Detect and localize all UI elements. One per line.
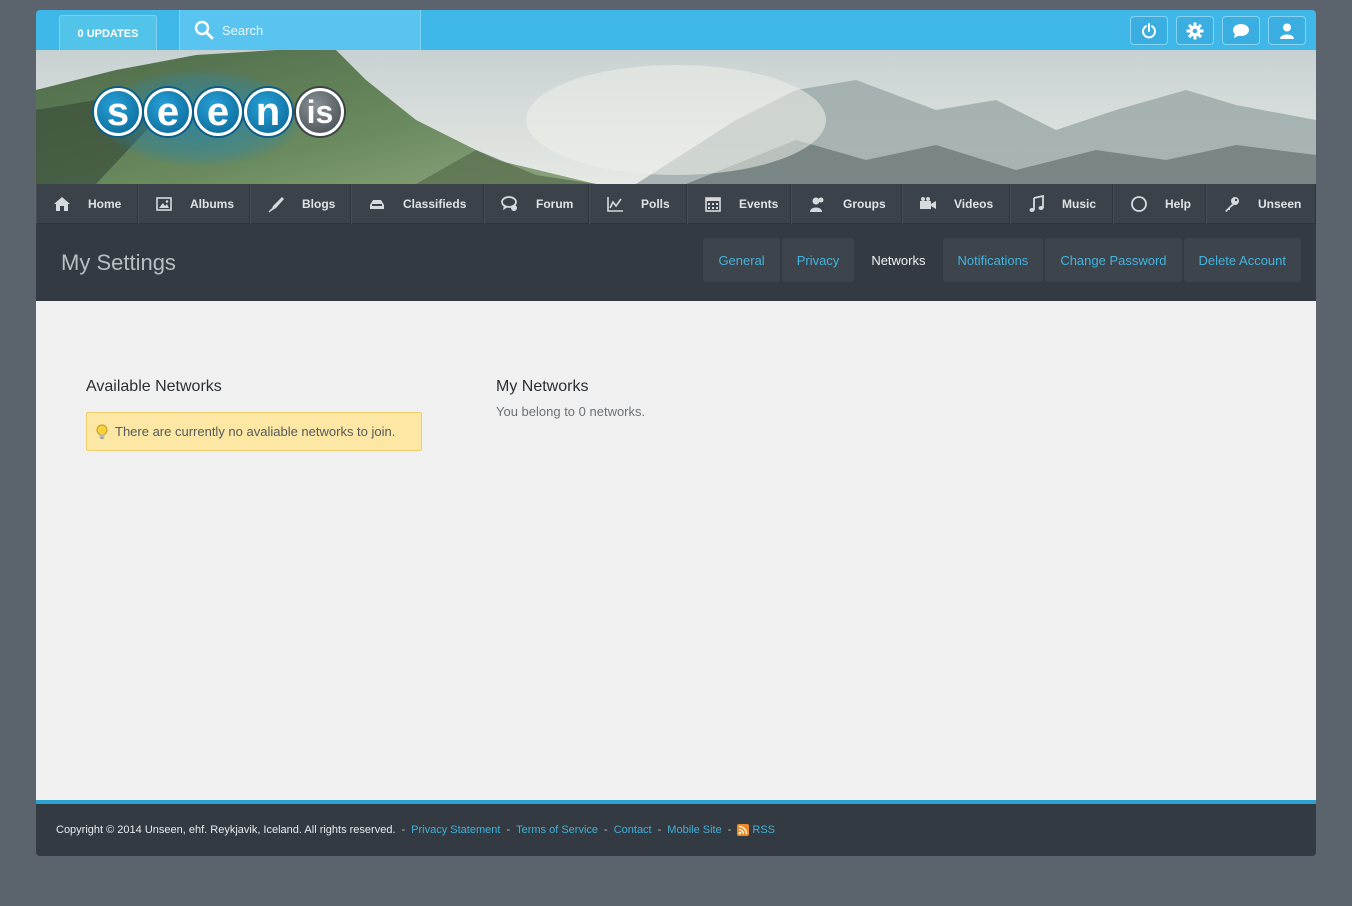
calendar-icon xyxy=(705,197,721,212)
available-networks-section: Available Networks There are currently n… xyxy=(86,378,422,451)
separator: - xyxy=(727,824,732,836)
main-nav: Home Albums Blogs Classifieds Forum Poll… xyxy=(36,184,1316,224)
page-title: My Settings xyxy=(61,250,176,275)
separator: - xyxy=(604,824,608,836)
notice-box: There are currently no avaliable network… xyxy=(86,412,422,451)
nav-label: Music xyxy=(1062,197,1097,211)
speech-bubble-icon xyxy=(501,196,517,211)
logo-letter: is xyxy=(296,88,344,136)
gear-icon xyxy=(1186,22,1204,39)
available-networks-title: Available Networks xyxy=(86,378,222,395)
image-icon xyxy=(156,197,172,211)
nav-label: Home xyxy=(88,197,122,211)
nav-label: Forum xyxy=(536,197,574,211)
tab-privacy[interactable]: Privacy xyxy=(781,238,855,282)
key-icon xyxy=(1225,197,1239,212)
nav-label: Polls xyxy=(641,197,670,211)
tray-icon xyxy=(370,200,384,209)
search-box[interactable] xyxy=(179,10,421,50)
nav-home[interactable]: Home xyxy=(36,184,138,224)
power-button[interactable] xyxy=(1130,16,1168,45)
top-bar: 0 UPDATES xyxy=(36,10,1316,50)
home-icon xyxy=(54,197,70,211)
power-icon xyxy=(1142,22,1156,38)
main-content: Available Networks There are currently n… xyxy=(36,301,1316,800)
tab-general[interactable]: General xyxy=(703,238,780,282)
nav-blogs[interactable]: Blogs xyxy=(250,184,351,224)
site-logo[interactable]: s e e n is xyxy=(94,88,346,136)
tab-change-password[interactable]: Change Password xyxy=(1045,238,1182,282)
logo-letter: e xyxy=(144,88,192,136)
rss-icon xyxy=(737,824,750,836)
line-chart-icon xyxy=(607,197,623,212)
mobile-site-link[interactable]: Mobile Site xyxy=(667,824,721,836)
settings-header: My Settings General Privacy Networks Not… xyxy=(36,224,1316,301)
nav-label: Events xyxy=(739,197,779,211)
rss-link[interactable]: RSS xyxy=(737,824,775,836)
copyright-text: Copyright © 2014 Unseen, ehf. Reykjavik,… xyxy=(56,824,396,836)
top-icons xyxy=(1130,16,1306,45)
users-icon xyxy=(810,197,824,212)
nav-forum[interactable]: Forum xyxy=(484,184,589,224)
nav-help[interactable]: Help xyxy=(1113,184,1206,224)
nav-label: Groups xyxy=(843,197,886,211)
tab-notifications[interactable]: Notifications xyxy=(942,238,1044,282)
my-networks-section: My Networks You belong to 0 networks. xyxy=(496,378,645,419)
nav-label: Unseen xyxy=(1258,197,1302,211)
profile-button[interactable] xyxy=(1268,16,1306,45)
search-icon xyxy=(194,20,214,40)
nav-label: Help xyxy=(1165,197,1192,211)
user-icon xyxy=(1280,23,1294,39)
messages-button[interactable] xyxy=(1222,16,1260,45)
rss-label: RSS xyxy=(752,824,776,836)
page: 0 UPDATES Search s e e n is Home Albums … xyxy=(36,10,1316,856)
nav-label: Blogs xyxy=(302,197,336,211)
settings-tabs: General Privacy Networks Notifications C… xyxy=(703,238,1301,282)
nav-groups[interactable]: Groups xyxy=(791,184,902,224)
logo-letter: s xyxy=(94,88,142,136)
settings-button[interactable] xyxy=(1176,16,1214,45)
notice-text: There are currently no avaliable network… xyxy=(115,424,396,439)
nav-unseen[interactable]: Unseen xyxy=(1206,184,1316,224)
tab-networks[interactable]: Networks xyxy=(856,238,941,282)
privacy-link[interactable]: Privacy Statement xyxy=(411,824,500,836)
nav-classifieds[interactable]: Classifieds xyxy=(351,184,484,224)
circle-icon xyxy=(1131,196,1147,212)
contact-link[interactable]: Contact xyxy=(614,824,652,836)
nav-albums[interactable]: Albums xyxy=(138,184,250,224)
music-note-icon xyxy=(1029,195,1044,212)
nav-label: Classifieds xyxy=(403,197,467,211)
terms-link[interactable]: Terms of Service xyxy=(516,824,598,836)
pen-icon xyxy=(268,197,284,213)
nav-label: Albums xyxy=(190,197,235,211)
tab-delete-account[interactable]: Delete Account xyxy=(1183,238,1301,282)
header-banner: s e e n is xyxy=(36,50,1316,184)
network-count-text: You belong to 0 networks. xyxy=(496,404,646,419)
nav-music[interactable]: Music xyxy=(1010,184,1113,224)
nav-polls[interactable]: Polls xyxy=(589,184,687,224)
nav-label: Videos xyxy=(954,197,994,211)
lightbulb-icon xyxy=(96,424,108,439)
video-camera-icon xyxy=(920,197,936,209)
nav-events[interactable]: Events xyxy=(687,184,791,224)
separator: - xyxy=(657,824,662,836)
separator: - xyxy=(506,824,511,836)
updates-button[interactable]: 0 UPDATES xyxy=(59,15,157,50)
footer: Copyright © 2014 Unseen, ehf. Reykjavik,… xyxy=(36,800,1316,856)
logo-letter: e xyxy=(194,88,242,136)
search-input[interactable] xyxy=(222,22,412,38)
chat-icon xyxy=(1233,23,1249,38)
nav-videos[interactable]: Videos xyxy=(902,184,1010,224)
logo-letter: n xyxy=(244,88,292,136)
separator: - xyxy=(401,824,406,836)
my-networks-title: My Networks xyxy=(496,378,589,395)
